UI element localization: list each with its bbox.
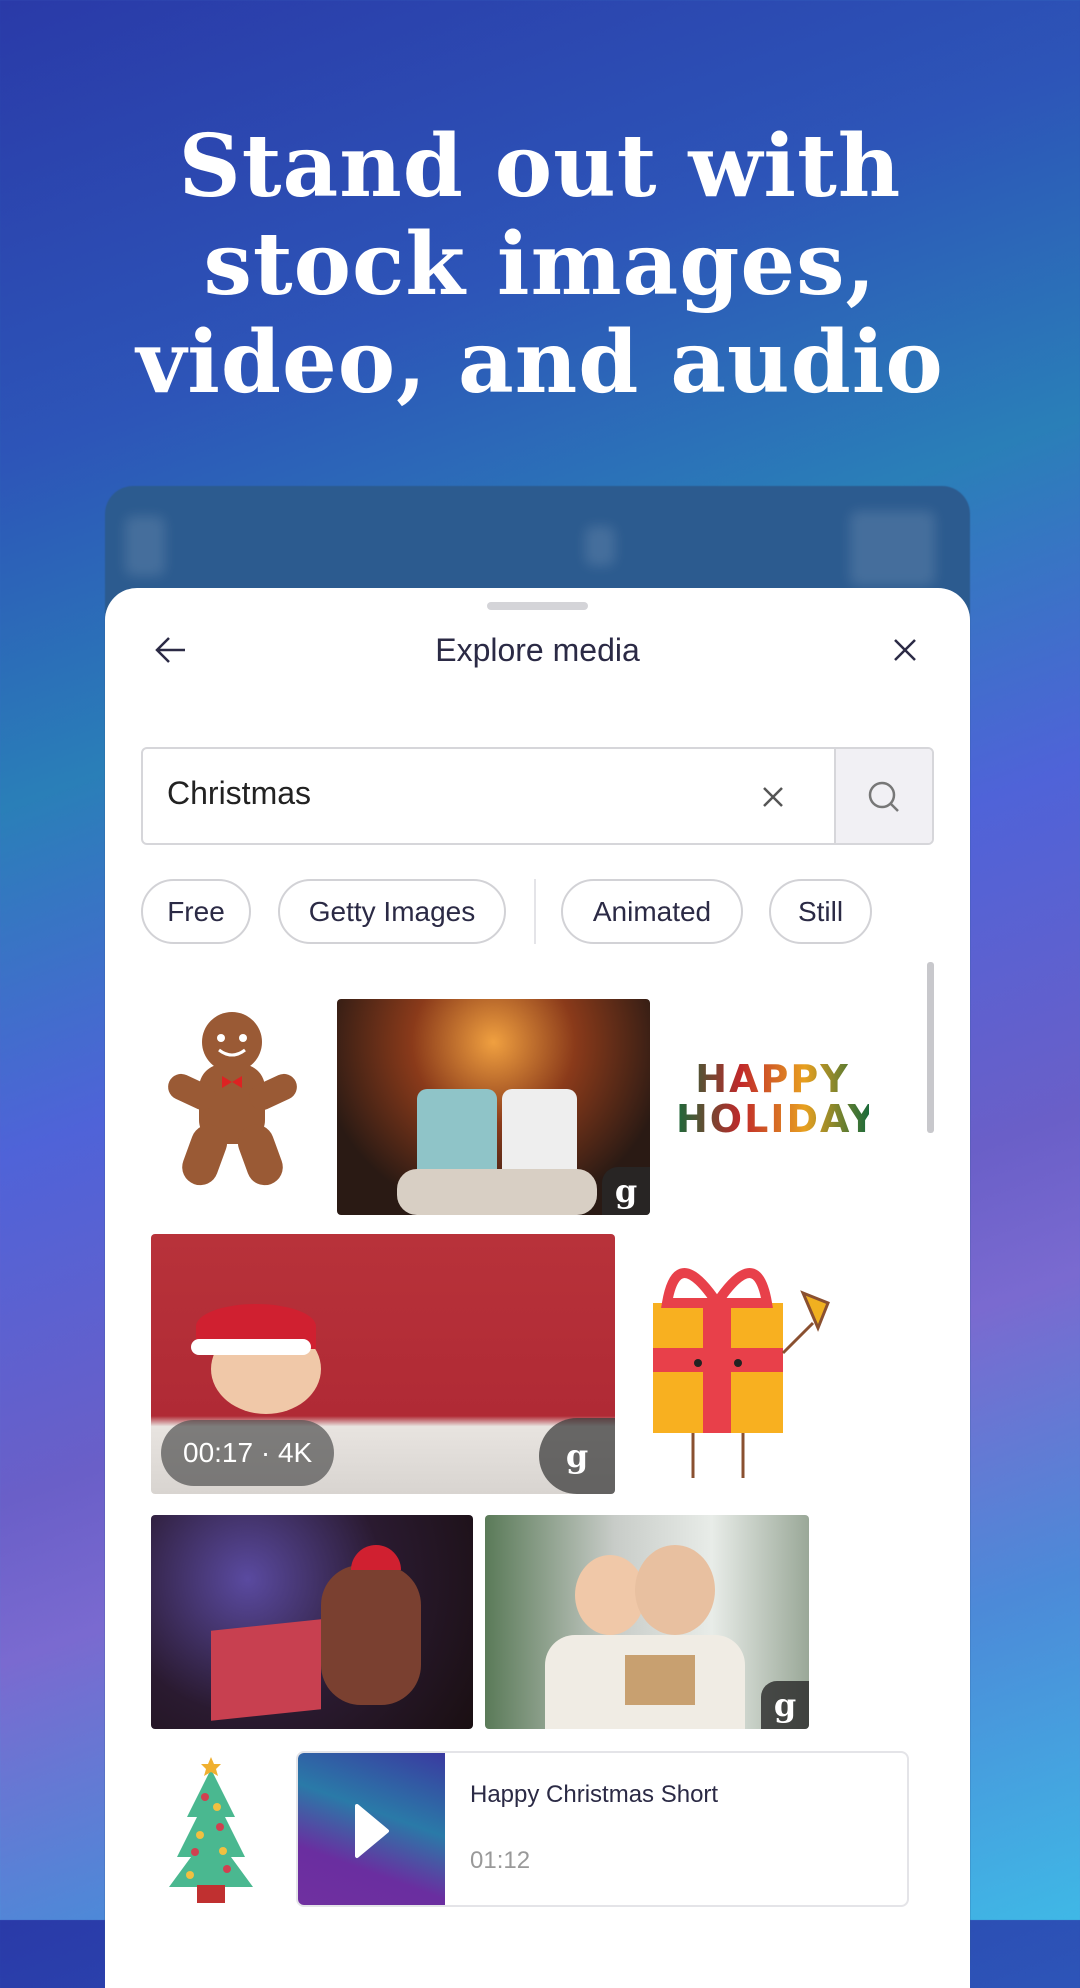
filter-chip-getty-images[interactable]: Getty Images bbox=[278, 879, 506, 944]
explore-media-sheet: Explore media Christmas Free Getty Image… bbox=[105, 588, 970, 1988]
headline-line-1: Stand out with bbox=[178, 116, 902, 217]
audio-title: Happy Christmas Short bbox=[470, 1781, 719, 1808]
filter-divider bbox=[534, 879, 536, 944]
photo-snowman-mugs[interactable]: g bbox=[337, 999, 650, 1215]
video-duration-badge: 00:17 · 4K bbox=[161, 1420, 335, 1486]
search-icon bbox=[868, 781, 899, 812]
photo-grandmother-and-child[interactable]: g bbox=[485, 1515, 809, 1729]
headline-line-2: stock images, bbox=[203, 214, 877, 315]
clear-search-icon[interactable] bbox=[755, 779, 791, 815]
getty-badge: g bbox=[761, 1681, 809, 1729]
audio-duration: 01:12 bbox=[470, 1847, 531, 1874]
drag-handle[interactable] bbox=[487, 602, 588, 610]
blurred-play-icon bbox=[850, 511, 935, 586]
blurred-toolbar-icon bbox=[585, 526, 615, 566]
close-icon[interactable] bbox=[885, 630, 925, 670]
blurred-logo-icon bbox=[125, 516, 165, 576]
headline: Stand out with stock images, video, and … bbox=[0, 118, 1080, 412]
sticker-text: HAPPY HOLIDAYS bbox=[676, 1059, 869, 1141]
page-title: Explore media bbox=[435, 632, 640, 668]
happy-holidays-sticker[interactable]: HAPPY HOLIDAYS bbox=[676, 1059, 869, 1145]
audio-item[interactable]: Happy Christmas Short 01:12 bbox=[296, 1751, 909, 1907]
video-child-santa-hat[interactable]: 00:17 · 4K g bbox=[151, 1234, 615, 1494]
search-input[interactable]: Christmas bbox=[167, 775, 311, 812]
getty-badge: g bbox=[602, 1167, 650, 1215]
results-scrollbar[interactable] bbox=[927, 962, 934, 1133]
photo-child-opening-present[interactable] bbox=[151, 1515, 473, 1729]
gingerbread-sticker[interactable] bbox=[159, 1004, 306, 1194]
play-icon[interactable] bbox=[354, 1803, 390, 1859]
christmas-tree-sticker[interactable] bbox=[165, 1757, 257, 1904]
gift-box-sticker[interactable] bbox=[633, 1243, 845, 1485]
audio-thumbnail[interactable] bbox=[298, 1753, 445, 1905]
filter-chip-still[interactable]: Still bbox=[769, 879, 872, 944]
search-field[interactable]: Christmas bbox=[141, 747, 934, 845]
headline-line-3: video, and audio bbox=[136, 312, 944, 413]
getty-badge: g bbox=[539, 1418, 615, 1494]
search-button[interactable] bbox=[834, 749, 932, 843]
filter-chip-animated[interactable]: Animated bbox=[561, 879, 743, 944]
filter-chip-free[interactable]: Free bbox=[141, 879, 251, 944]
